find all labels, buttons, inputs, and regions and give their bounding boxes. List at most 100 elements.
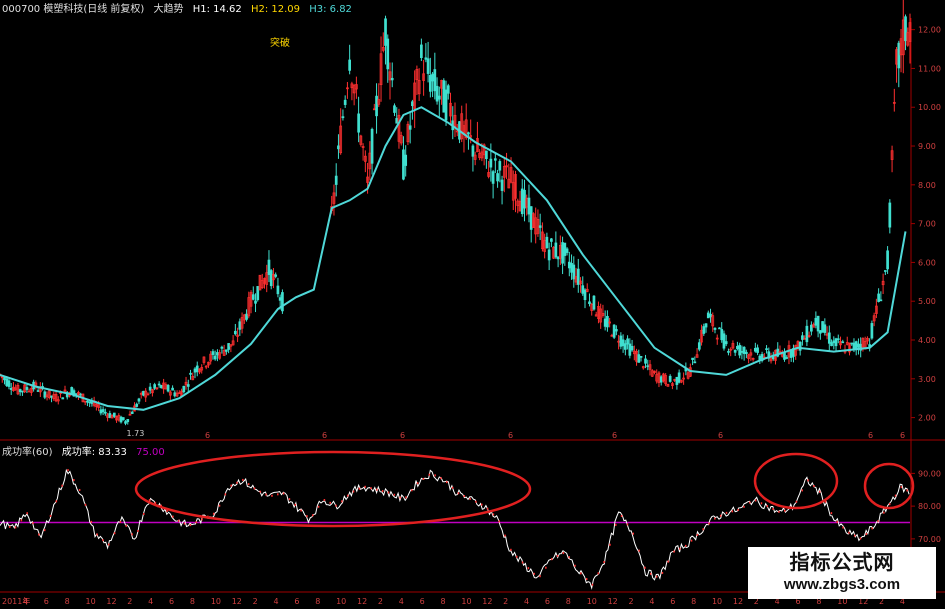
kline-chart[interactable]: 12.00 11.00 10.00 9.00 8.00 7.00 6.00 5.00 4.00 3… — [0, 0, 945, 609]
candle-body — [897, 42, 901, 69]
candle-body — [166, 385, 170, 392]
candle-body — [709, 313, 712, 318]
indicator-marker — [877, 520, 879, 523]
candle-body — [814, 317, 818, 326]
candle-body — [621, 339, 625, 347]
indicator-marker — [743, 505, 745, 508]
indicator-marker — [615, 523, 617, 526]
indicator-marker — [574, 564, 576, 567]
candle-body — [628, 343, 632, 356]
indicator-marker — [772, 507, 774, 510]
candle-body — [841, 341, 845, 344]
price-tick-label: 8.00 — [918, 181, 936, 190]
indicator-marker — [603, 561, 605, 564]
candle-body — [195, 365, 199, 373]
indicator-marker — [224, 493, 227, 496]
candle-body — [493, 158, 497, 161]
indicator-marker — [381, 490, 384, 493]
indicator-marker — [440, 477, 442, 480]
candle-body — [467, 132, 470, 135]
indicator-marker — [282, 492, 285, 495]
candle-body — [3, 377, 6, 381]
highlight-circle-2 — [753, 452, 839, 510]
candle-body — [408, 125, 412, 130]
x-axis-label: 8 — [315, 597, 320, 606]
indicator-marker — [521, 561, 524, 564]
candle-body — [341, 116, 345, 119]
x-axis-label: 6 — [420, 597, 425, 606]
indicator-marker — [20, 519, 23, 522]
h2-value: H2: 12.09 — [250, 4, 301, 15]
candle-body — [431, 73, 434, 82]
x-axis-label: 10 — [587, 597, 597, 606]
indicator-marker — [754, 499, 757, 502]
candle-body — [827, 332, 831, 344]
indicator-marker — [871, 527, 873, 530]
indicator-marker — [527, 567, 530, 570]
candle-body — [677, 372, 681, 383]
candle-body — [90, 401, 94, 404]
indicator-marker — [125, 524, 128, 527]
indicator-name[interactable]: 大趋势 — [154, 4, 184, 15]
candle-body — [334, 175, 338, 185]
candle-body — [424, 57, 428, 60]
indicator-marker — [533, 572, 535, 575]
candle-body — [281, 292, 284, 312]
candle-body — [130, 411, 134, 414]
indicator-title[interactable]: 成功率(60) — [2, 447, 53, 458]
indicator-marker — [212, 512, 215, 515]
indicator-marker — [236, 481, 238, 484]
candle-body — [251, 294, 255, 300]
candle-body — [904, 16, 907, 42]
indicator-marker — [486, 507, 489, 510]
candle-body — [213, 355, 217, 360]
indicator-marker — [819, 490, 821, 493]
indicator-marker — [784, 509, 786, 512]
candle-body — [153, 384, 157, 389]
candle-body — [886, 250, 889, 270]
indicator-marker — [481, 503, 483, 506]
candle-body — [402, 149, 405, 180]
candle-body — [227, 343, 230, 350]
indicator-marker — [562, 552, 565, 555]
chart-window[interactable]: 12.00 11.00 10.00 9.00 8.00 7.00 6.00 5.00 4.00 3… — [0, 0, 945, 609]
candle-body — [225, 349, 228, 352]
indicator-marker — [96, 533, 98, 536]
breakthrough-label: 突破 — [270, 38, 290, 49]
indicator-marker — [650, 572, 652, 575]
candle-body — [697, 342, 701, 350]
x-axis-label: 12 — [106, 597, 116, 606]
candle-body — [704, 323, 708, 328]
indicator-marker — [387, 491, 390, 494]
candle-body — [870, 323, 874, 339]
candle-body — [182, 385, 186, 393]
indicator-marker — [61, 484, 63, 487]
candle-body — [426, 58, 430, 74]
indicator-marker — [888, 503, 891, 506]
candle-body — [740, 351, 744, 353]
candle-body — [386, 38, 390, 70]
candle-body — [428, 75, 432, 92]
candle-body — [639, 356, 643, 358]
candle-body — [756, 347, 759, 353]
x-axis-label: 8 — [441, 597, 446, 606]
candle-body — [836, 338, 840, 341]
indicator-marker — [405, 496, 407, 499]
candle-body — [485, 150, 488, 160]
candle-body — [572, 264, 576, 280]
indicator-value: 成功率: 83.33 — [61, 447, 127, 458]
candle-body — [603, 318, 607, 327]
candle-body — [74, 393, 78, 395]
indicator-marker — [883, 511, 885, 514]
x-axis-label: 6 — [44, 597, 49, 606]
candle-body — [830, 342, 833, 347]
candle-body — [818, 330, 822, 334]
candle-body — [393, 105, 396, 113]
candle-body — [489, 158, 493, 168]
indicator-marker — [568, 556, 570, 559]
candle-body — [186, 384, 190, 387]
indicator-marker — [463, 495, 466, 498]
candle-body — [135, 403, 139, 407]
candle-body — [691, 357, 694, 360]
indicator-marker — [177, 519, 180, 522]
